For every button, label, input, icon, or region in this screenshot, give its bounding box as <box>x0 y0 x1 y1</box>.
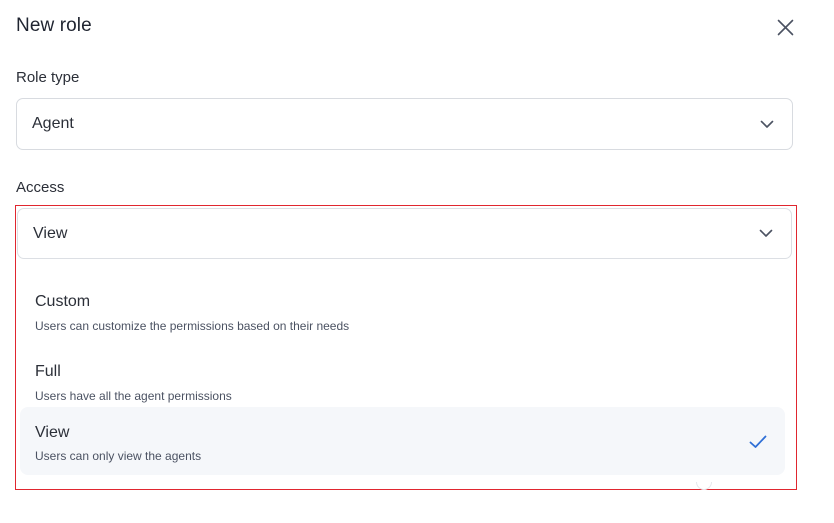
close-icon <box>777 19 793 35</box>
option-description: Users have all the agent permissions <box>35 389 232 403</box>
access-select[interactable]: View <box>17 208 792 259</box>
access-options-menu: Custom Users can customize the permissio… <box>20 266 788 482</box>
close-button[interactable] <box>772 14 798 40</box>
access-label: Access <box>16 179 65 196</box>
option-title: Custom <box>35 293 91 310</box>
dialog-title: New role <box>16 15 92 36</box>
option-description: Users can customize the permissions base… <box>35 319 350 333</box>
chevron-down-icon <box>759 229 773 239</box>
option-title: View <box>35 424 70 441</box>
role-type-value: Agent <box>32 115 74 132</box>
role-type-select[interactable]: Agent <box>16 98 793 150</box>
access-option-view[interactable]: View Users can only view the agents <box>20 407 785 475</box>
role-type-label: Role type <box>16 69 80 86</box>
access-option-full[interactable]: Full Users have all the agent permission… <box>20 346 785 414</box>
chevron-down-icon <box>760 119 774 129</box>
access-value: View <box>33 224 68 242</box>
checkmark-icon <box>749 435 767 448</box>
access-option-custom[interactable]: Custom Users can customize the permissio… <box>20 276 785 344</box>
new-role-dialog: New role Role type Agent Access View Cus… <box>0 0 834 523</box>
option-title: Full <box>35 363 61 380</box>
option-description: Users can only view the agents <box>35 449 202 463</box>
